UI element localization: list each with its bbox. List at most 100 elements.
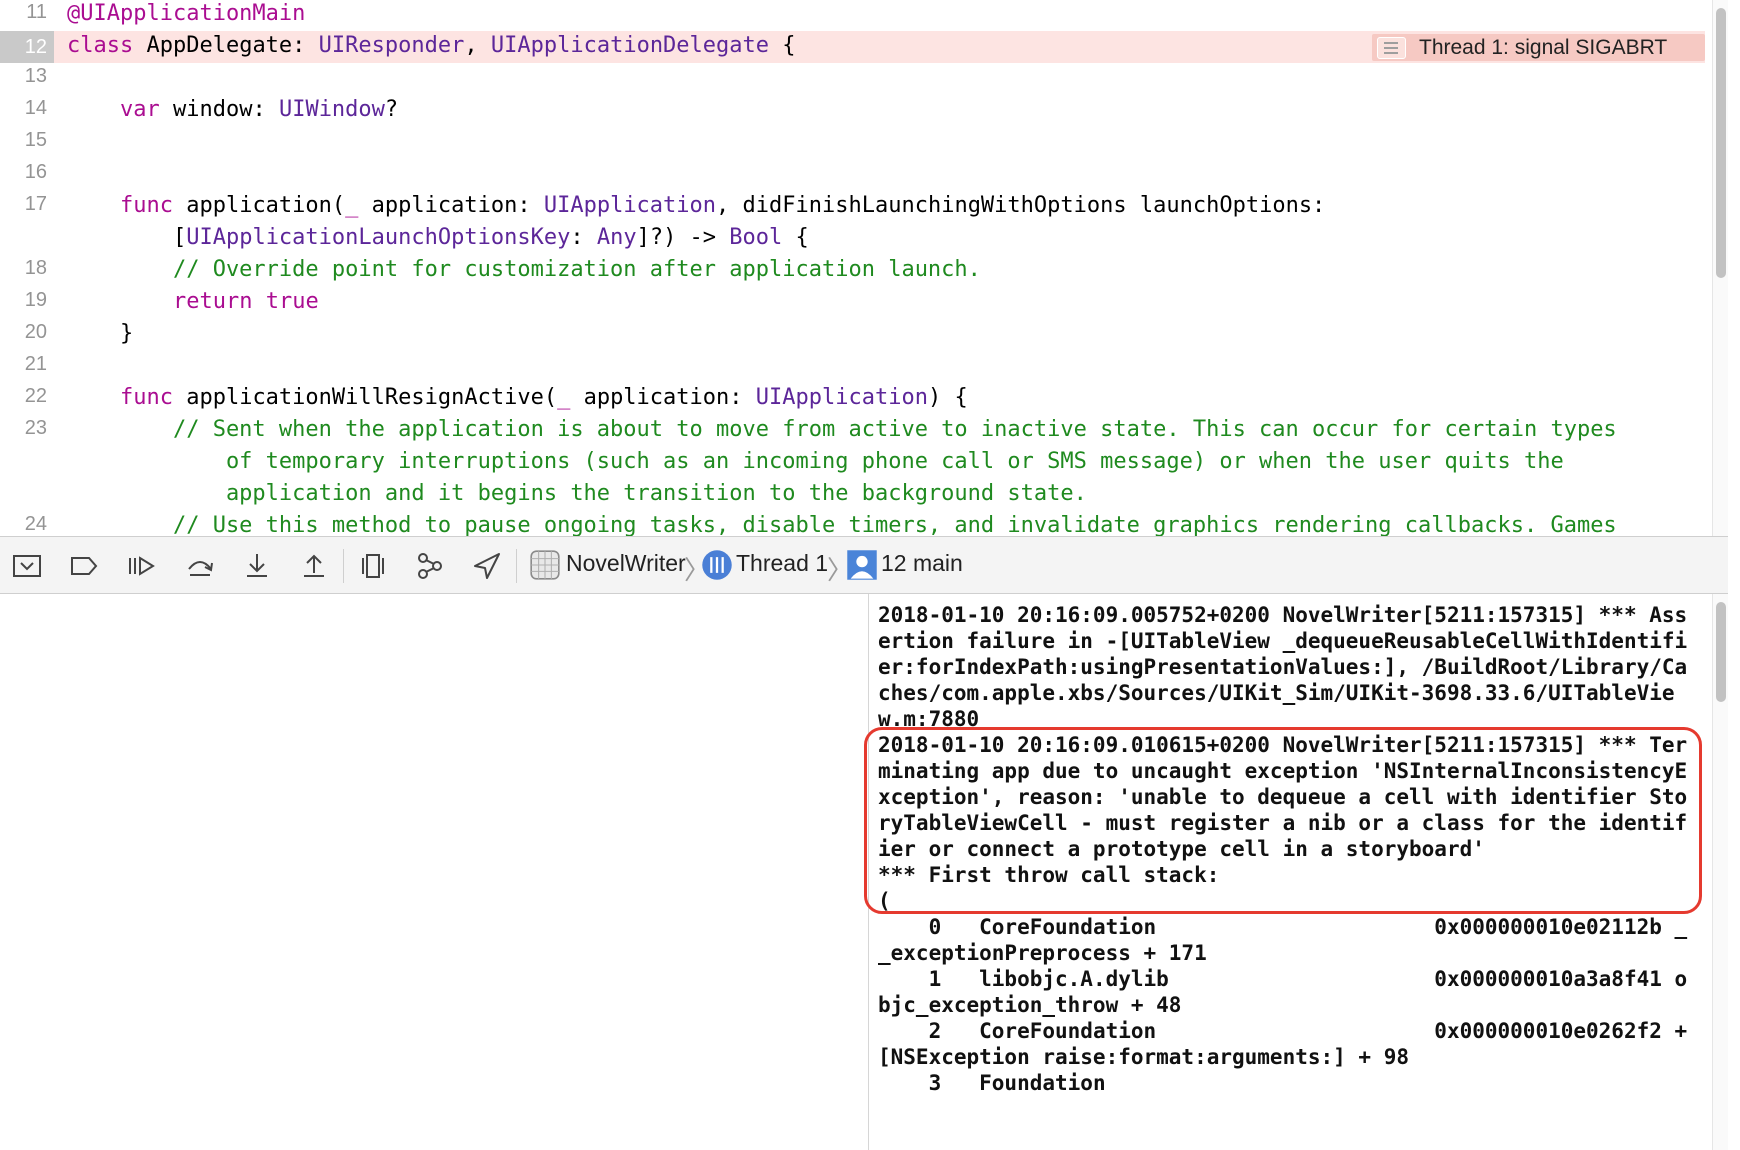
breakpoint-toggle-icon[interactable]: [67, 549, 101, 583]
code-text[interactable]: @UIApplicationMain: [67, 1, 305, 26]
console-scroll-thumb[interactable]: [1716, 602, 1726, 702]
app-icon: [528, 548, 560, 580]
code-line[interactable]: 16: [0, 159, 1705, 191]
location-icon[interactable]: [470, 549, 504, 583]
code-line[interactable]: [UIApplicationLaunchOptionsKey: Any]?) -…: [0, 223, 1705, 255]
breadcrumb-frame[interactable]: 12 main: [881, 550, 963, 577]
code-line[interactable]: 20 }: [0, 319, 1705, 351]
code-token: _: [557, 385, 571, 410]
line-number[interactable]: 11: [0, 1, 47, 24]
step-into-icon[interactable]: [240, 549, 274, 583]
code-token: var: [119, 97, 160, 122]
code-token: @UIApplicationMain: [67, 1, 306, 26]
code-token: application(: [172, 193, 346, 218]
code-text[interactable]: // Use this method to pause ongoing task…: [67, 513, 1617, 536]
line-number[interactable]: 12: [0, 31, 54, 63]
code-text[interactable]: // Sent when the application is about to…: [67, 417, 1617, 442]
issue-menu-icon[interactable]: [1377, 37, 1406, 59]
code-token: application and it begins the transition…: [67, 481, 1087, 506]
line-number[interactable]: 24: [0, 513, 47, 536]
code-line[interactable]: 11 @UIApplicationMain: [0, 0, 1705, 31]
code-text[interactable]: return true: [67, 289, 319, 314]
line-number[interactable]: 23: [0, 417, 47, 440]
code-text[interactable]: class AppDelegate: UIResponder, UIApplic…: [67, 33, 796, 58]
code-line[interactable]: 24 // Use this method to pause ongoing t…: [0, 511, 1705, 536]
code-token: :: [570, 225, 597, 250]
editor-scroll-thumb[interactable]: [1716, 8, 1726, 278]
code-text[interactable]: }: [67, 321, 133, 346]
hide-debug-area-icon[interactable]: [10, 549, 44, 583]
code-text[interactable]: func application(_ application: UIApplic…: [67, 193, 1325, 218]
code-token: Any: [596, 225, 637, 250]
code-token: }: [67, 321, 134, 346]
code-token: applicationWillResignActive(: [172, 385, 558, 410]
code-token: func: [119, 193, 173, 218]
code-token: {: [769, 33, 796, 58]
code-line[interactable]: 14 var window: UIWindow?: [0, 95, 1705, 127]
line-number[interactable]: 19: [0, 289, 47, 312]
code-token: // Override point for customization afte…: [67, 257, 981, 282]
console-scrollbar[interactable]: [1712, 594, 1729, 1150]
continue-icon[interactable]: [124, 549, 158, 583]
code-line[interactable]: 13: [0, 63, 1705, 95]
code-line[interactable]: of temporary interruptions (such as an i…: [0, 447, 1705, 479]
memory-graph-icon[interactable]: [413, 549, 447, 583]
breadcrumb-target[interactable]: NovelWriter: [566, 550, 686, 577]
code-text[interactable]: application and it begins the transition…: [67, 481, 1087, 506]
breadcrumb-thread[interactable]: Thread 1: [736, 550, 828, 577]
thread-icon: [700, 548, 732, 580]
code-line[interactable]: application and it begins the transition…: [0, 479, 1705, 511]
code-line[interactable]: 23 // Sent when the application is about…: [0, 415, 1705, 447]
code-token: UIApplicationDelegate: [490, 33, 770, 58]
code-token: Bool: [729, 225, 783, 250]
code-token: return: [172, 289, 253, 314]
line-number[interactable]: 14: [0, 97, 47, 120]
code-token: // Use this method to pause ongoing task…: [67, 513, 1617, 536]
line-number[interactable]: 16: [0, 161, 47, 184]
code-token: UIWindow: [278, 97, 385, 122]
code-text[interactable]: // Override point for customization afte…: [67, 257, 981, 282]
code-line[interactable]: 17 func application(_ application: UIApp…: [0, 191, 1705, 223]
code-editor[interactable]: 11 @UIApplicationMain 12 class AppDelegate:…: [0, 0, 1740, 536]
code-token: func: [119, 385, 173, 410]
stack-frame-icon: [845, 548, 877, 580]
code-line[interactable]: 12 class AppDelegate: UIResponder, UIAppl…: [0, 31, 1705, 63]
code-text[interactable]: var window: UIWindow?: [67, 97, 398, 122]
step-out-icon[interactable]: [297, 549, 331, 583]
code-line[interactable]: 18 // Override point for customization a…: [0, 255, 1705, 287]
code-text[interactable]: of temporary interruptions (such as an i…: [67, 449, 1564, 474]
code-token: application:: [358, 193, 544, 218]
line-number[interactable]: 20: [0, 321, 47, 344]
error-annotation-outline: [864, 727, 1702, 914]
separator: [343, 549, 344, 583]
code-line[interactable]: 21: [0, 351, 1705, 383]
code-line[interactable]: 19 return true: [0, 287, 1705, 319]
variables-view[interactable]: [0, 594, 869, 1150]
code-token: application:: [570, 385, 756, 410]
code-text[interactable]: [UIApplicationLaunchOptionsKey: Any]?) -…: [67, 225, 809, 250]
line-number[interactable]: 17: [0, 193, 47, 216]
code-token: ) {: [927, 385, 968, 410]
issue-badge-text: Thread 1: signal SIGABRT: [1419, 36, 1668, 59]
issue-badge[interactable]: Thread 1: signal SIGABRT: [1372, 34, 1705, 61]
code-text[interactable]: func applicationWillResignActive(_ appli…: [67, 385, 968, 410]
line-number[interactable]: 21: [0, 353, 47, 376]
code-token: {: [782, 225, 809, 250]
code-line[interactable]: 15: [0, 127, 1705, 159]
line-number[interactable]: 18: [0, 257, 47, 280]
code-token: window:: [159, 97, 279, 122]
code-token: class: [67, 33, 134, 58]
code-line[interactable]: 22 func applicationWillResignActive(_ ap…: [0, 383, 1705, 415]
line-number[interactable]: 22: [0, 385, 47, 408]
editor-scrollbar[interactable]: [1712, 0, 1729, 536]
line-number[interactable]: 13: [0, 65, 47, 88]
view-hierarchy-icon[interactable]: [356, 549, 390, 583]
window-edge: [1728, 0, 1740, 1150]
step-over-icon[interactable]: [183, 549, 217, 583]
code-token: UIApplication: [755, 385, 928, 410]
line-number[interactable]: 15: [0, 129, 47, 152]
